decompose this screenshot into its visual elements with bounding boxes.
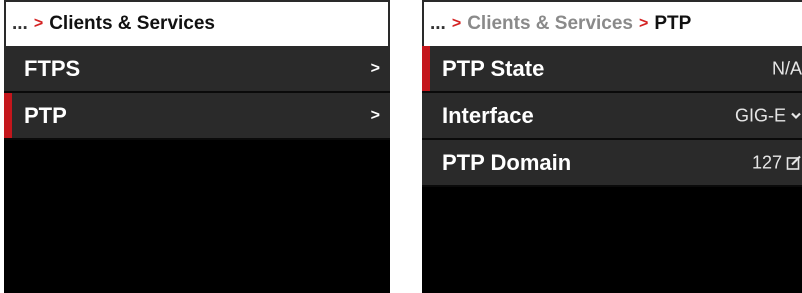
breadcrumb: ... > Clients & Services > PTP <box>422 0 802 46</box>
clients-services-menu: ... > Clients & Services FTPS > PTP > <box>4 0 390 293</box>
menu-item-ptp[interactable]: PTP > <box>4 93 390 140</box>
setting-label: PTP Domain <box>442 149 572 175</box>
ptp-settings-menu: ... > Clients & Services > PTP PTP State… <box>422 0 802 293</box>
menu-list: FTPS > PTP > <box>4 46 390 140</box>
chevron-right-icon: > <box>370 106 380 124</box>
setting-label: PTP State <box>442 55 545 81</box>
menu-item-label: FTPS <box>24 55 81 81</box>
setting-value[interactable]: GIG-E <box>735 105 802 126</box>
breadcrumb-separator: > <box>451 15 462 32</box>
setting-ptp-state[interactable]: PTP State N/A <box>422 46 802 93</box>
setting-ptp-domain[interactable]: PTP Domain 127 <box>422 140 802 187</box>
setting-interface[interactable]: Interface GIG-E <box>422 93 802 140</box>
menu-item-ftps[interactable]: FTPS > <box>4 46 390 93</box>
chevron-right-icon: > <box>370 59 380 77</box>
setting-value: N/A <box>772 58 802 79</box>
breadcrumb-separator: > <box>33 15 44 32</box>
edit-icon <box>786 155 802 171</box>
breadcrumb-current: PTP <box>654 13 692 34</box>
breadcrumb-parent[interactable]: Clients & Services <box>467 13 633 35</box>
breadcrumb: ... > Clients & Services <box>4 0 390 46</box>
menu-item-label: PTP <box>24 102 67 128</box>
interface-value: GIG-E <box>734 105 786 125</box>
breadcrumb-current: Clients & Services <box>49 13 215 34</box>
chevron-down-icon <box>790 111 802 121</box>
setting-value[interactable]: 127 <box>752 152 802 173</box>
breadcrumb-back[interactable]: ... <box>430 13 446 35</box>
ptp-domain-value: 127 <box>751 152 782 172</box>
breadcrumb-back[interactable]: ... <box>12 13 28 35</box>
ptp-state-value: N/A <box>771 58 802 78</box>
breadcrumb-separator: > <box>639 15 649 32</box>
settings-list: PTP State N/A Interface GIG-E PTP Domain… <box>422 46 802 187</box>
